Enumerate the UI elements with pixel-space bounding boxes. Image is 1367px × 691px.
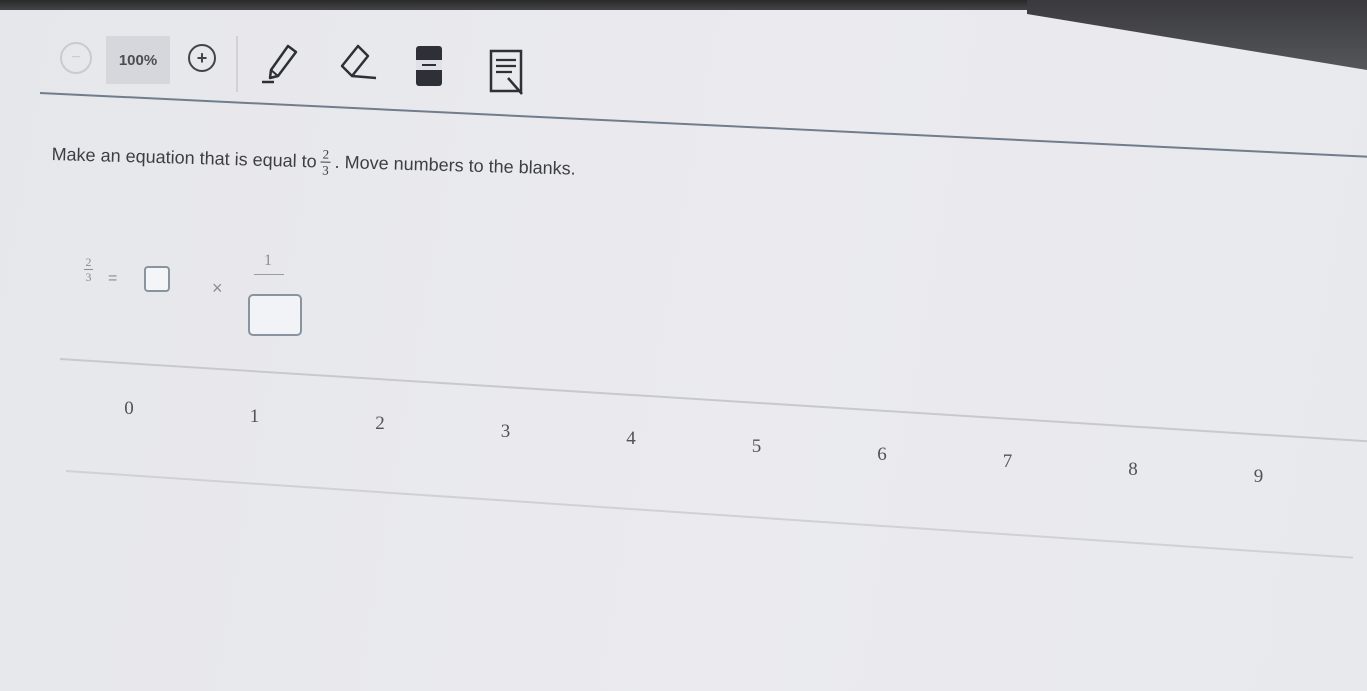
number-tile-3[interactable]: 3 [491, 417, 521, 447]
zoom-out-icon[interactable]: − [60, 42, 92, 74]
question-instruction: Make an equation that is equal to 2 3 . … [51, 140, 576, 184]
number-tile-8[interactable]: 8 [1118, 455, 1148, 485]
eraser-icon[interactable] [334, 40, 380, 86]
number-tile-0[interactable]: 0 [114, 394, 144, 424]
answer-blank-denominator[interactable] [248, 294, 302, 336]
zoom-in-icon[interactable]: + [188, 44, 216, 72]
notepad-icon[interactable] [488, 48, 526, 96]
highlighter-icon[interactable] [412, 44, 446, 90]
number-tile-4[interactable]: 4 [616, 424, 646, 454]
number-tray-bottom-border [65, 470, 1354, 559]
toolbar-divider [236, 36, 238, 92]
lhs-numerator: 2 [85, 255, 92, 269]
instruction-fraction-numerator: 2 [322, 146, 330, 162]
rhs-fraction-bar [254, 274, 284, 275]
instruction-text-before: Make an equation that is equal to [51, 143, 317, 172]
times-sign: × [212, 278, 223, 298]
pencil-icon[interactable] [258, 40, 304, 86]
equation: 2 3 = × 1 [84, 250, 344, 350]
lhs-denominator: 3 [85, 270, 92, 284]
number-tile-6[interactable]: 6 [867, 440, 897, 470]
zoom-level: 100% [106, 36, 170, 84]
number-tile-9[interactable]: 9 [1244, 462, 1274, 492]
instruction-fraction: 2 3 [320, 146, 331, 178]
number-tile-1[interactable]: 1 [240, 402, 270, 432]
toolbar: − 100% + [40, 32, 640, 102]
instruction-fraction-denominator: 3 [321, 162, 329, 178]
number-tile-2[interactable]: 2 [365, 409, 395, 439]
number-tile-7[interactable]: 7 [993, 447, 1023, 477]
instruction-text-after: . Move numbers to the blanks. [334, 151, 576, 179]
test-screen: − 100% + Make an equation that is equal … [0, 10, 1367, 691]
answer-blank-whole[interactable] [144, 266, 170, 292]
rhs-numerator: 1 [264, 252, 272, 269]
number-tile-5[interactable]: 5 [742, 432, 772, 462]
equals-sign: = [108, 270, 118, 287]
lhs-fraction: 2 3 [84, 256, 93, 283]
